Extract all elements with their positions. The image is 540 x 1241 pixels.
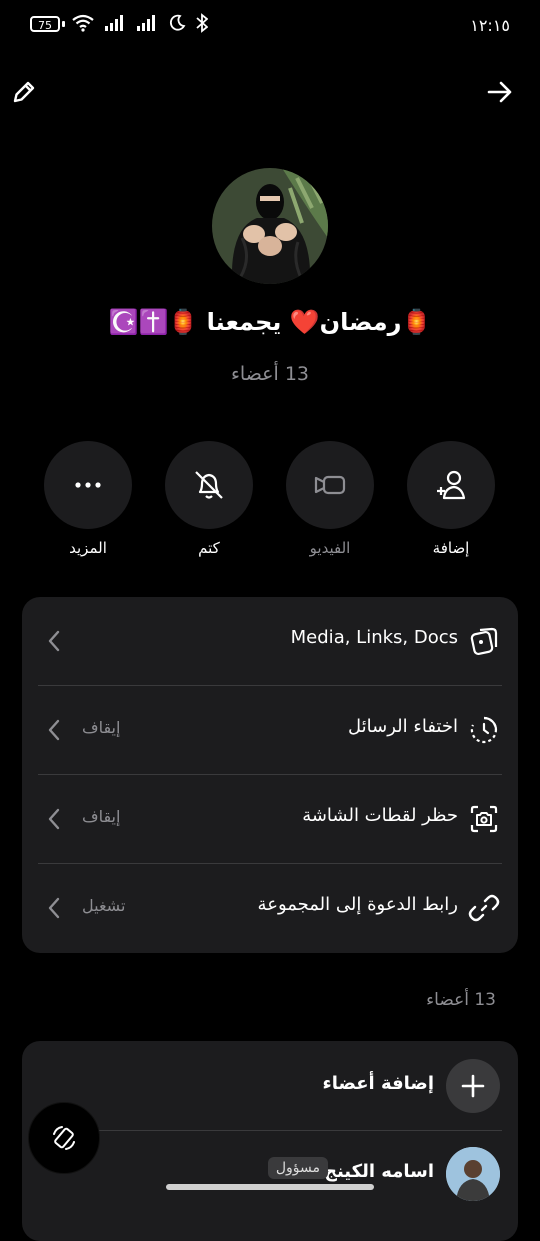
member-avatar-image: [446, 1147, 500, 1201]
disappearing-messages-label: اختفاء الرسائل: [348, 716, 458, 737]
screenshot-icon: [470, 805, 498, 833]
video-action-label: الفيديو: [309, 539, 351, 557]
block-screenshots-row[interactable]: حظر لقطات الشاشة إيقاف: [22, 775, 518, 864]
chevron-left-icon: [48, 630, 60, 652]
moon-icon: [169, 14, 186, 31]
wifi-icon: [72, 14, 94, 32]
edit-button[interactable]: [2, 70, 46, 114]
rotate-icon: [53, 1126, 75, 1150]
signal-icon: [105, 15, 123, 31]
media-links-docs-label: Media, Links, Docs: [290, 627, 458, 648]
invite-link-value: تشغيل: [82, 896, 126, 915]
invite-link-label: رابط الدعوة إلى المجموعة: [257, 894, 458, 915]
more-action-label: المزيد: [69, 539, 107, 557]
members-section-label: 13 أعضاء: [426, 990, 496, 1010]
disappearing-messages-row[interactable]: اختفاء الرسائل إيقاف: [22, 686, 518, 775]
mute-action-circle[interactable]: [165, 441, 253, 529]
disappearing-messages-value: إيقاف: [82, 718, 121, 737]
group-avatar[interactable]: [212, 168, 328, 284]
battery-tip: [62, 21, 65, 27]
plus-icon: [461, 1074, 485, 1098]
divider: [38, 1130, 502, 1131]
timer-icon: [470, 716, 498, 744]
home-indicator[interactable]: [166, 1184, 374, 1190]
block-screenshots-label: حظر لقطات الشاشة: [302, 805, 458, 826]
video-action[interactable]: الفيديو: [285, 441, 375, 557]
arrow-right-icon: [487, 81, 512, 103]
forward-button[interactable]: [478, 70, 522, 114]
status-icons: [72, 13, 208, 33]
chevron-left-icon: [48, 808, 60, 830]
add-members-label[interactable]: إضافة أعضاء: [323, 1073, 434, 1094]
block-screenshots-value: إيقاف: [82, 807, 121, 826]
invite-link-row[interactable]: رابط الدعوة إلى المجموعة تشغيل: [22, 864, 518, 953]
add-person-icon: [437, 470, 466, 500]
rotate-floating-button[interactable]: [28, 1102, 100, 1174]
battery-indicator: 75: [30, 16, 60, 32]
pencil-icon: [13, 81, 35, 103]
media-icon: [470, 627, 498, 656]
media-links-docs-row[interactable]: Media, Links, Docs: [22, 597, 518, 686]
more-action[interactable]: المزيد: [43, 441, 133, 557]
link-icon: [468, 894, 500, 922]
video-icon: [314, 475, 346, 495]
chevron-left-icon: [48, 719, 60, 741]
bell-off-icon: [195, 471, 223, 499]
admin-badge: مسؤول: [267, 1157, 328, 1179]
more-icon: [75, 482, 101, 488]
clock: ١٢:١٥: [470, 16, 510, 35]
more-action-circle[interactable]: [44, 441, 132, 529]
add-members-button[interactable]: [446, 1059, 500, 1113]
video-action-circle[interactable]: [286, 441, 374, 529]
status-bar: 75 ١٢:١٥: [0, 10, 540, 42]
group-name: 🏮رمضان❤️ يجمعنا 🏮✝️☪️: [108, 308, 432, 336]
chevron-left-icon: [48, 897, 60, 919]
add-action[interactable]: إضافة: [406, 441, 496, 557]
add-action-circle[interactable]: [407, 441, 495, 529]
mute-action[interactable]: كتم: [164, 441, 254, 557]
member-avatar[interactable]: [446, 1147, 500, 1201]
settings-card: Media, Links, Docs اختفاء الرسائل إيقاف …: [22, 597, 518, 953]
avatar-image: [212, 168, 328, 284]
signal-icon-2: [137, 15, 155, 31]
bluetooth-icon: [196, 13, 208, 33]
mute-action-label: كتم: [198, 539, 220, 557]
member-name[interactable]: اسامه الكينج: [324, 1161, 434, 1182]
add-action-label: إضافة: [432, 539, 470, 557]
member-count: 13 أعضاء: [230, 363, 310, 385]
